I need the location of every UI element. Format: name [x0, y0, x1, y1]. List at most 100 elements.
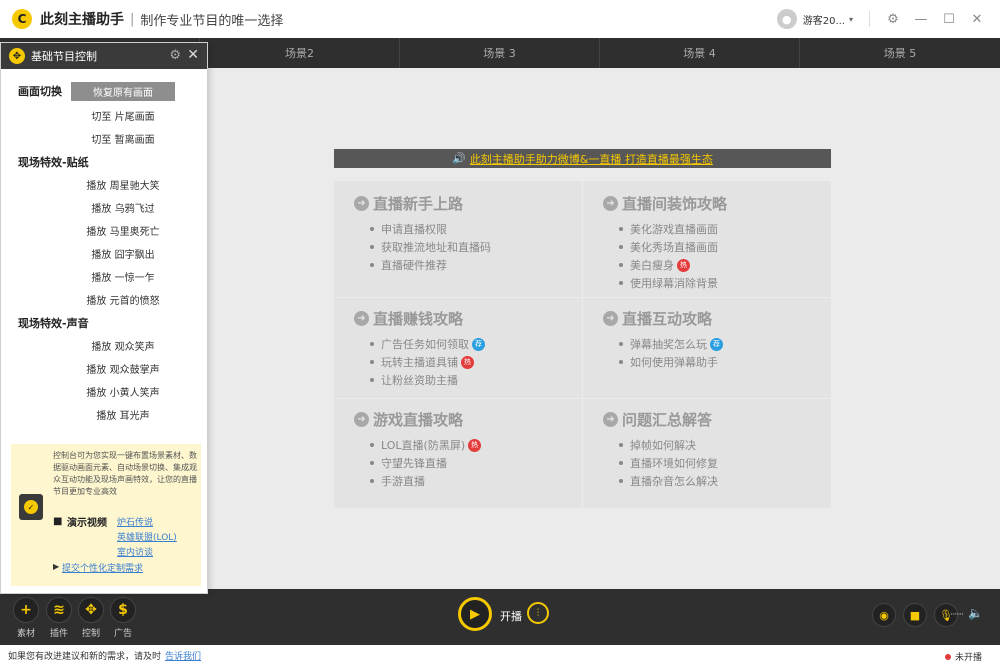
control-button[interactable]: ✥ 控制: [75, 597, 107, 639]
divider: [869, 11, 870, 27]
guide-link[interactable]: 守望先锋直播: [370, 454, 602, 472]
mixer-icon[interactable]: ⫶: [527, 602, 549, 624]
guide-section-faq: ➜ 问题汇总解答 掉帧如何解决 直播环境如何修复 直播杂音怎么解决: [603, 409, 851, 490]
panel-action-item[interactable]: 播放 观众笑声: [63, 338, 183, 353]
arrow-right-icon: ➜: [603, 196, 618, 211]
guide-link[interactable]: 掉帧如何解决: [619, 436, 851, 454]
guide-section-earning: ➜ 直播赚钱攻略 广告任务如何领取荐 玩转主播道具铺热 让粉丝资助主播: [354, 308, 602, 389]
submit-request-link[interactable]: 提交个性化定制需求: [62, 561, 143, 574]
guide-section-title[interactable]: 直播新手上路: [373, 193, 463, 214]
guide-section-title[interactable]: 直播间装饰攻略: [622, 193, 727, 214]
panel-action-item[interactable]: 播放 周星驰大笑: [63, 177, 183, 192]
feedback-link[interactable]: 告诉我们: [165, 649, 201, 662]
section-title-scene-switch: 画面切换: [18, 85, 62, 98]
guide-link[interactable]: LOL直播(防黑屏) 热: [370, 436, 602, 454]
hot-badge: 热: [677, 258, 690, 272]
info-box: ✓ 控制台可为您实现一键布置场景素材、数据驱动画面元素、自动场景切换、集成观众互…: [11, 444, 201, 586]
demo-link-interview[interactable]: 室内访谈: [117, 545, 153, 558]
panel-action-item[interactable]: 播放 观众鼓掌声: [63, 361, 183, 376]
tab-scene-5[interactable]: 场景 5: [800, 38, 1000, 68]
title-separator: |: [130, 11, 135, 27]
tab-scene-4[interactable]: 场景 4: [600, 38, 800, 68]
feedback-message: 如果您有改进建议和新的需求，请及时: [8, 652, 162, 662]
arrow-right-icon: ➜: [603, 412, 618, 427]
tool-label: 控制: [81, 629, 100, 639]
plugins-button[interactable]: ≋ 插件: [43, 597, 75, 639]
demo-link-hearthstone[interactable]: 炉石传说: [117, 515, 153, 528]
dollar-icon: $: [110, 597, 136, 623]
volume-level-indicator[interactable]: ·······: [950, 610, 964, 620]
guide-link[interactable]: 申请直播权限: [370, 220, 602, 238]
promo-banner[interactable]: 🔊 此刻主播助手助力微博&一直播 打造直播最强生态: [334, 149, 831, 168]
guide-link[interactable]: 手游直播: [370, 472, 602, 490]
plus-icon: +: [13, 597, 39, 623]
layers-icon: ≋: [46, 597, 72, 623]
chevron-down-icon[interactable]: ▾: [849, 15, 853, 24]
guide-section-title[interactable]: 游戏直播攻略: [373, 409, 463, 430]
info-description: 控制台可为您实现一键布置场景素材、数据驱动画面元素、自动场景切换、集成观众互动功…: [53, 451, 197, 496]
guide-link[interactable]: 让粉丝资助主播: [370, 371, 602, 389]
user-avatar-icon[interactable]: ●: [776, 9, 797, 29]
guide-link[interactable]: 使用绿幕消除背景: [619, 274, 851, 292]
video-camera-button[interactable]: ■: [903, 603, 927, 627]
guide-link[interactable]: 弹幕抽奖怎么玩荐: [619, 335, 851, 353]
bottom-toolbar: + 素材 ≋ 插件 ✥ 控制 $ 广告 ▶ 开播 ⫶ ◉ ■ 🎙 ·······…: [0, 589, 1000, 645]
book-icon: ✓: [19, 494, 43, 520]
restore-screen-button[interactable]: 恢复原有画面: [71, 82, 175, 101]
guide-link[interactable]: 直播硬件推荐: [370, 256, 602, 274]
panel-action-item[interactable]: 播放 小黄人笑声: [63, 384, 183, 399]
panel-action-item[interactable]: 切至 暂离画面: [63, 131, 183, 146]
speaker-volume-icon[interactable]: 🔈: [968, 606, 983, 620]
start-broadcast-label[interactable]: 开播: [500, 608, 522, 624]
app-name: 此刻主播助手: [40, 12, 124, 28]
guide-link[interactable]: 美化秀场直播画面: [619, 238, 851, 256]
speaker-icon: 🔊: [452, 152, 466, 165]
panel-gear-icon[interactable]: ⚙: [169, 48, 181, 63]
panel-header[interactable]: ✥ 基础节目控制 ⚙ ✕: [1, 43, 207, 69]
panel-action-item[interactable]: 播放 元首的愤怒: [63, 292, 183, 307]
status-dot-icon: [944, 653, 951, 660]
webcam-icon[interactable]: ◉: [872, 603, 896, 627]
maximize-button[interactable]: ☐: [938, 8, 960, 30]
panel-action-item[interactable]: 播放 马里奥死亡: [63, 223, 183, 238]
start-broadcast-button[interactable]: ▶: [458, 597, 492, 631]
guide-link[interactable]: 玩转主播道具铺热: [370, 353, 602, 371]
section-title-sound-effects: 现场特效-声音: [18, 317, 89, 330]
close-button[interactable]: ✕: [966, 8, 988, 30]
panel-action-item[interactable]: 播放 一惊一乍: [63, 269, 183, 284]
demo-link-lol[interactable]: 英雄联盟(LOL): [117, 530, 177, 543]
section-title-sticker-effects: 现场特效-贴纸: [18, 156, 89, 169]
app-logo-icon: C: [12, 9, 32, 29]
guide-section-title[interactable]: 直播赚钱攻略: [373, 308, 463, 329]
guide-section-title[interactable]: 直播互动攻略: [622, 308, 712, 329]
guide-link[interactable]: 广告任务如何领取荐: [370, 335, 602, 353]
guide-link[interactable]: 美白瘦身热: [619, 256, 851, 274]
guide-link[interactable]: 直播环境如何修复: [619, 454, 851, 472]
guide-grid: ➜ 直播新手上路 申请直播权限 获取推流地址和直播码 直播硬件推荐 ➜ 直播间装饰攻…: [334, 181, 831, 508]
user-name[interactable]: 游客20...: [803, 12, 845, 27]
guide-link[interactable]: 直播杂音怎么解决: [619, 472, 851, 490]
panel-close-icon[interactable]: ✕: [187, 47, 199, 63]
materials-button[interactable]: + 素材: [10, 597, 42, 639]
triangle-right-icon: ▶: [53, 562, 60, 571]
settings-gear-icon[interactable]: ⚙: [882, 8, 904, 30]
guide-section-title[interactable]: 问题汇总解答: [622, 409, 712, 430]
broadcast-status-text: 未开播: [954, 653, 982, 663]
guide-link[interactable]: 获取推流地址和直播码: [370, 238, 602, 256]
guide-section-gaming: ➜ 游戏直播攻略 LOL直播(防黑屏) 热 守望先锋直播 手游直播: [354, 409, 602, 490]
panel-action-item[interactable]: 播放 囧字飘出: [63, 246, 183, 261]
promo-banner-link[interactable]: 此刻主播助手助力微博&一直播 打造直播最强生态: [470, 151, 713, 167]
panel-action-item[interactable]: 播放 乌鸦飞过: [63, 200, 183, 215]
minimize-button[interactable]: —: [910, 8, 932, 30]
panel-action-item[interactable]: 切至 片尾画面: [63, 108, 183, 123]
guide-section-beginner: ➜ 直播新手上路 申请直播权限 获取推流地址和直播码 直播硬件推荐: [354, 193, 602, 274]
panel-action-item[interactable]: 播放 耳光声: [63, 407, 183, 422]
ads-button[interactable]: $ 广告: [107, 597, 139, 639]
title-bar-controls: ● 游客20... ▾ ⚙ — ☐ ✕: [776, 0, 1000, 38]
guide-link[interactable]: 如何使用弹幕助手: [619, 353, 851, 371]
guide-link[interactable]: 美化游戏直播画面: [619, 220, 851, 238]
tab-scene-3[interactable]: 场景 3: [400, 38, 600, 68]
guide-section-decoration: ➜ 直播间装饰攻略 美化游戏直播画面 美化秀场直播画面 美白瘦身热 使用绿幕消除背…: [603, 193, 851, 292]
panel-title: 基础节目控制: [31, 50, 97, 63]
tab-scene-2[interactable]: 场景2: [200, 38, 400, 68]
